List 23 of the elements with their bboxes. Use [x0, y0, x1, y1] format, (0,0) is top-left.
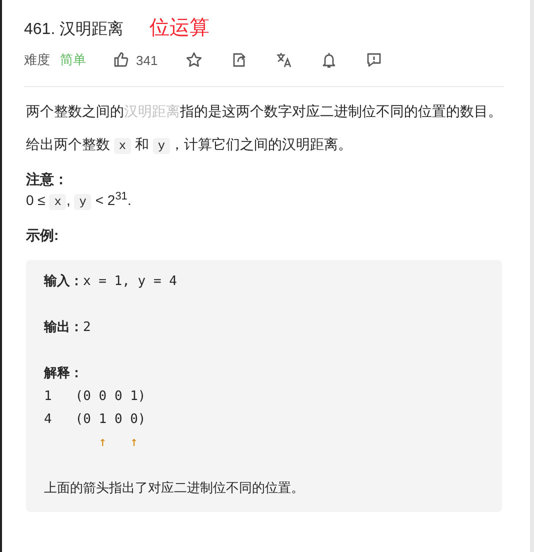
example-label: 解释： — [44, 366, 83, 381]
difficulty-value: 简单 — [60, 51, 86, 69]
arrow-marks: ↑ ↑ — [98, 435, 138, 450]
topic-tag: 位运算 — [150, 14, 210, 41]
description-text: 给出两个整数 x 和 y ，计算它们之间的汉明距离。 — [26, 135, 354, 156]
explanation-text: 上面的箭头指出了对应二进制位不同的位置。 — [44, 481, 304, 496]
binary-line: 1 (0 0 0 1) — [44, 389, 146, 404]
star-icon[interactable] — [184, 51, 203, 69]
example-label: 输入： — [44, 274, 83, 289]
feedback-icon[interactable] — [364, 51, 383, 69]
translate-icon[interactable] — [274, 51, 293, 69]
like-button[interactable]: 341 — [112, 51, 158, 69]
description-text: 两个整数之间的汉明距离指的是这两个数字对应二进制位不同的位置的数目。 — [26, 102, 503, 121]
thumbs-up-icon — [112, 51, 130, 69]
binary-line: 4 (0 1 0 0) — [44, 412, 146, 427]
section-heading: 注意： — [26, 170, 69, 189]
example-value: x = 1, y = 4 — [83, 274, 177, 289]
section-heading: 示例: — [26, 226, 60, 245]
description-text: 0 ≤ x , y < 2$^{31}$. — [26, 190, 132, 212]
example-label: 输出： — [44, 320, 83, 335]
difficulty-label: 难度 — [24, 51, 50, 69]
problem-title: 461. 汉明距离 — [24, 20, 124, 40]
example-value: 2 — [83, 320, 91, 335]
